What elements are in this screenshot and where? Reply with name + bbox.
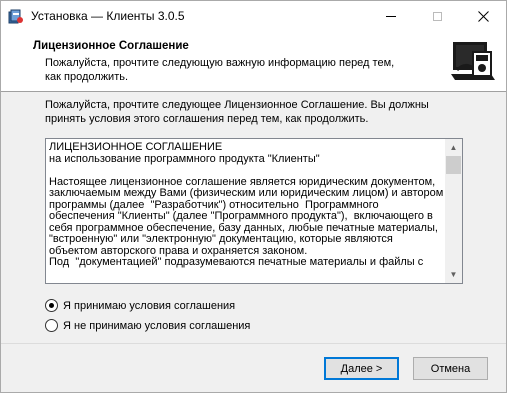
page-title: Лицензионное Соглашение (33, 40, 189, 52)
wizard-header: Лицензионное Соглашение Пожалуйста, проч… (1, 31, 506, 92)
minimize-icon[interactable] (368, 1, 414, 31)
installer-logo-icon (447, 34, 499, 86)
scroll-up-icon[interactable]: ▲ (445, 139, 462, 156)
accept-label[interactable]: Я принимаю условия соглашения (63, 300, 235, 312)
accept-radio-option[interactable]: Я принимаю условия соглашения (45, 299, 235, 312)
close-icon[interactable] (460, 1, 506, 31)
footer-divider (1, 343, 506, 344)
window-title: Установка — Клиенты 3.0.5 (31, 9, 185, 23)
intro-text: Пожалуйста, прочтите следующее Лицензион… (45, 99, 429, 125)
reject-label[interactable]: Я не принимаю условия соглашения (63, 320, 250, 332)
license-scrollbar[interactable]: ▲ ▼ (445, 139, 462, 283)
reject-radio[interactable] (45, 319, 58, 332)
cancel-button[interactable]: Отмена (413, 357, 488, 380)
scroll-thumb[interactable] (446, 156, 461, 174)
license-textbox[interactable]: ЛИЦЕНЗИОННОЕ СОГЛАШЕНИЕ на использование… (45, 138, 463, 284)
next-button[interactable]: Далее > (324, 357, 399, 380)
license-text: ЛИЦЕНЗИОННОЕ СОГЛАШЕНИЕ на использование… (49, 141, 444, 268)
page-subtitle: Пожалуйста, прочтите следующую важную ин… (45, 57, 395, 83)
maximize-icon[interactable] (414, 1, 460, 31)
reject-radio-option[interactable]: Я не принимаю условия соглашения (45, 319, 250, 332)
title-bar[interactable]: Установка — Клиенты 3.0.5 (1, 1, 506, 31)
installer-window: Установка — Клиенты 3.0.5 Лицензионное С… (0, 0, 507, 393)
accept-radio[interactable] (45, 299, 58, 312)
scroll-down-icon[interactable]: ▼ (445, 266, 462, 283)
installer-app-icon (8, 9, 23, 24)
